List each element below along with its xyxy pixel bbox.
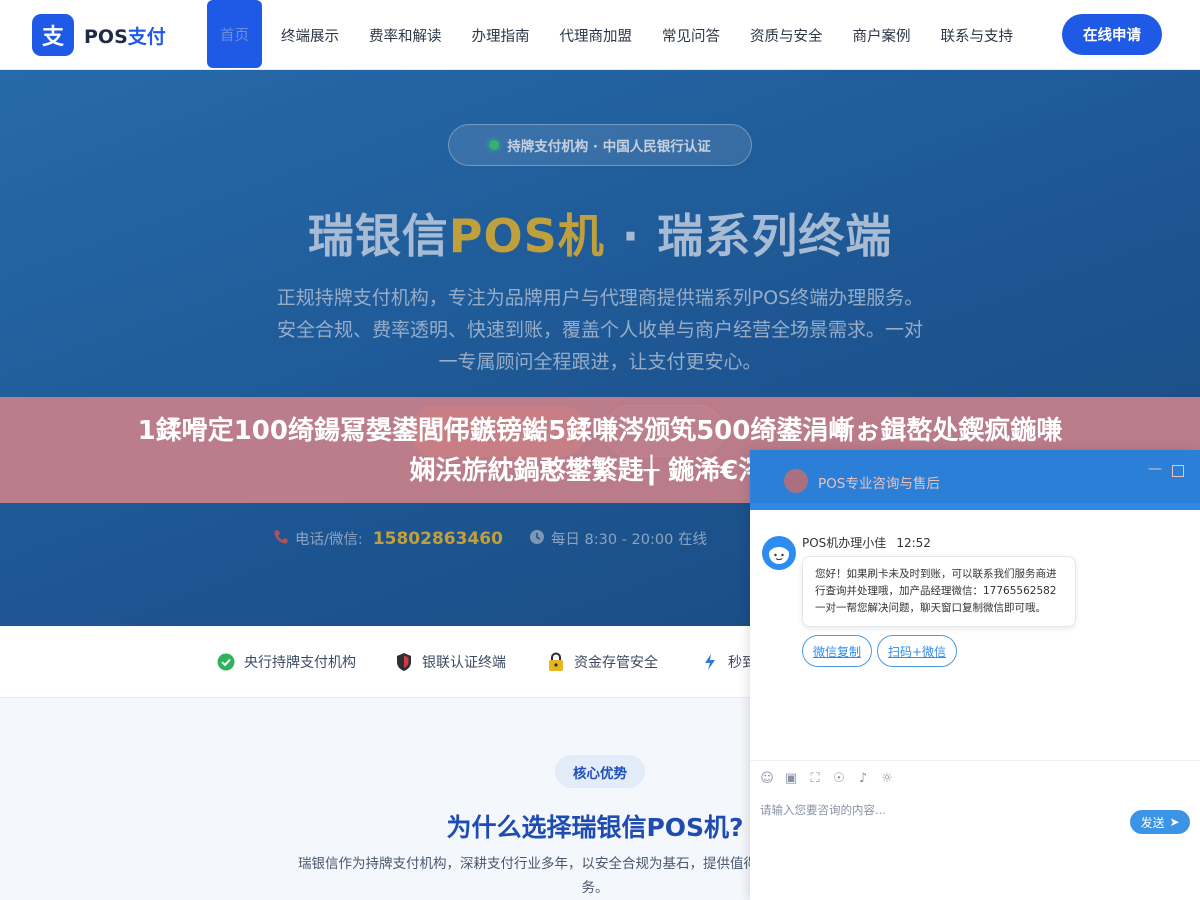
chat-toolbar: ☺ ▣ ⛶ ☉ ♪ ☼: [750, 760, 1200, 796]
agent-avatar: [762, 536, 796, 570]
emoji-icon[interactable]: ☺: [760, 771, 774, 786]
logo-text-pay: 支付: [127, 25, 166, 48]
main-nav: 首页 终端展示 费率和解读 办理指南 代理商加盟 常见问答 资质与安全 商户案例…: [207, 0, 1028, 70]
feature-licensed-label: 央行持牌支付机构: [244, 655, 356, 671]
shield-check-icon[interactable]: ☉: [832, 771, 846, 786]
feature-unionpay: 银联认证终端: [394, 652, 506, 672]
agent-name: POS机办理小佳: [802, 536, 887, 550]
feature-custody-label: 资金存管安全: [574, 655, 658, 671]
send-button[interactable]: 发送 ➤: [1130, 810, 1190, 834]
message-time: 12:52: [896, 536, 931, 550]
site-header: 支 POS支付 首页 终端展示 费率和解读 办理指南 代理商加盟 常见问答 资质…: [0, 0, 1200, 70]
nav-item-contact[interactable]: 联系与支持: [926, 0, 1029, 70]
agent-meta: POS机办理小佳 12:52: [802, 534, 931, 551]
shield-icon: [394, 652, 414, 672]
lightning-icon: [700, 652, 720, 672]
chat-title: POS专业咨询与售后: [818, 476, 940, 492]
image-icon[interactable]: ▣: [784, 771, 798, 786]
feature-instant: 秒到: [700, 652, 756, 672]
chat-brand-avatar: [784, 469, 808, 493]
logo-mark: 支: [32, 14, 74, 56]
feature-custody: 资金存管安全: [546, 652, 658, 672]
nav-item-cases[interactable]: 商户案例: [838, 0, 926, 70]
minimize-icon[interactable]: —: [1148, 462, 1162, 476]
logo[interactable]: 支 POS支付: [32, 14, 166, 56]
nav-item-agent[interactable]: 代理商加盟: [545, 0, 648, 70]
section-tag: 核心优势: [555, 755, 645, 788]
check-circle-icon: [216, 652, 236, 672]
agent-face-icon: [764, 538, 794, 568]
chat-input[interactable]: 请输入您要咨询的内容...: [760, 802, 886, 818]
lock-icon: [546, 652, 566, 672]
chat-header-bar: [750, 503, 1200, 510]
wechat-icon[interactable]: ☼: [880, 771, 894, 786]
agent-message-bubble: 您好！如果刷卡未及时到账，可以联系我们服务商进行查询并处理哦，加产品经理微信：1…: [802, 556, 1076, 627]
notice-line-1: 1鍒嗗定100绮鍚冩嫢鍙閭伄鏃镑鐑5鍒嗛涔颁笂500绮鍙涓嶃ぉ鍓嶅处鍥疯鍦嗛: [137, 416, 1063, 446]
nav-item-security[interactable]: 资质与安全: [735, 0, 838, 70]
nav-item-guide[interactable]: 办理指南: [457, 0, 545, 70]
nav-item-home[interactable]: 首页: [207, 0, 262, 68]
nav-item-rates[interactable]: 费率和解读: [354, 0, 457, 70]
copy-wechat-button[interactable]: 微信复制: [802, 635, 872, 667]
scan-wechat-button[interactable]: 扫码+微信: [877, 635, 957, 667]
send-label: 发送: [1140, 815, 1165, 830]
apply-online-button[interactable]: 在线申请: [1062, 14, 1162, 55]
feature-unionpay-label: 银联认证终端: [422, 655, 506, 671]
maximize-icon[interactable]: [1172, 465, 1184, 477]
chat-header[interactable]: POS专业咨询与售后 —: [750, 450, 1200, 510]
feature-licensed: 央行持牌支付机构: [216, 652, 356, 672]
logo-text: POS支付: [84, 22, 166, 49]
screenshot-icon[interactable]: ⛶: [808, 771, 822, 786]
nav-item-faq[interactable]: 常见问答: [647, 0, 735, 70]
chat-widget: POS专业咨询与售后 — POS机办理小佳 12:52 您好！如果刷卡未及时到账，…: [750, 450, 1200, 900]
logo-text-pos: POS: [84, 25, 128, 48]
volume-icon[interactable]: ♪: [856, 771, 870, 786]
nav-item-terminals[interactable]: 终端展示: [266, 0, 354, 70]
send-arrow-icon: ➤: [1169, 815, 1180, 829]
